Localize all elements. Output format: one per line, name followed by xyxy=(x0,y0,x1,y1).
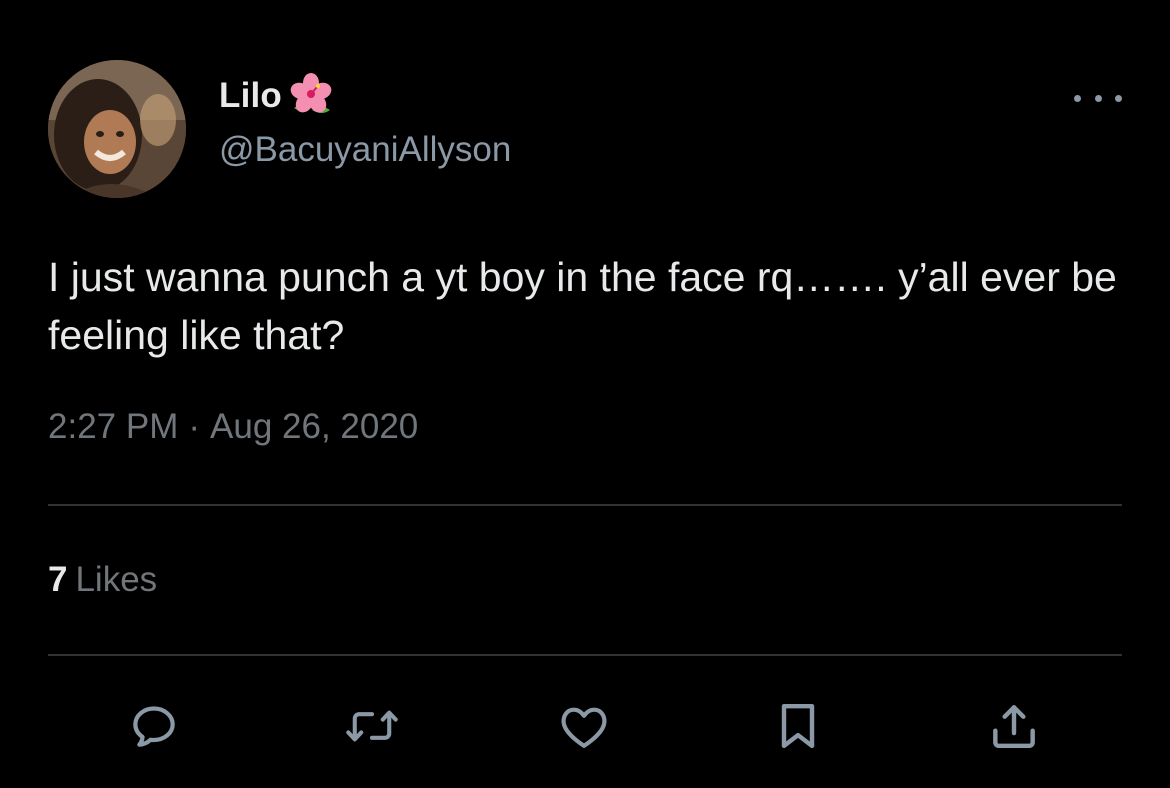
hibiscus-flower-icon xyxy=(284,72,338,120)
share-icon[interactable] xyxy=(986,698,1042,754)
likes-count: 7 xyxy=(48,560,68,599)
tweet-text: I just wanna punch a yt boy in the face … xyxy=(48,254,1117,358)
bookmark-icon[interactable] xyxy=(770,698,826,754)
display-name[interactable]: Lilo xyxy=(219,76,282,116)
avatar[interactable] xyxy=(48,60,186,198)
retweet-icon[interactable] xyxy=(344,698,400,754)
tweet-date: Aug 26, 2020 xyxy=(210,407,419,446)
likes-label: Likes xyxy=(75,560,158,599)
reply-icon[interactable] xyxy=(126,698,182,754)
likes-stat[interactable]: 7 Likes xyxy=(48,560,157,600)
timestamp-separator: · xyxy=(188,407,201,446)
more-dot xyxy=(1074,94,1081,102)
avatar-photo xyxy=(48,60,186,198)
name-row: Lilo xyxy=(219,72,338,120)
tweet-timestamp[interactable]: 2:27 PM · Aug 26, 2020 xyxy=(48,407,418,447)
more-dot xyxy=(1115,94,1122,102)
tweet-time: 2:27 PM xyxy=(48,407,179,446)
divider xyxy=(48,504,1122,506)
more-dot xyxy=(1094,94,1102,102)
divider xyxy=(48,654,1122,656)
user-handle[interactable]: @BacuyaniAllyson xyxy=(219,130,511,170)
more-options-icon[interactable] xyxy=(1074,86,1122,110)
like-icon[interactable] xyxy=(556,698,612,754)
